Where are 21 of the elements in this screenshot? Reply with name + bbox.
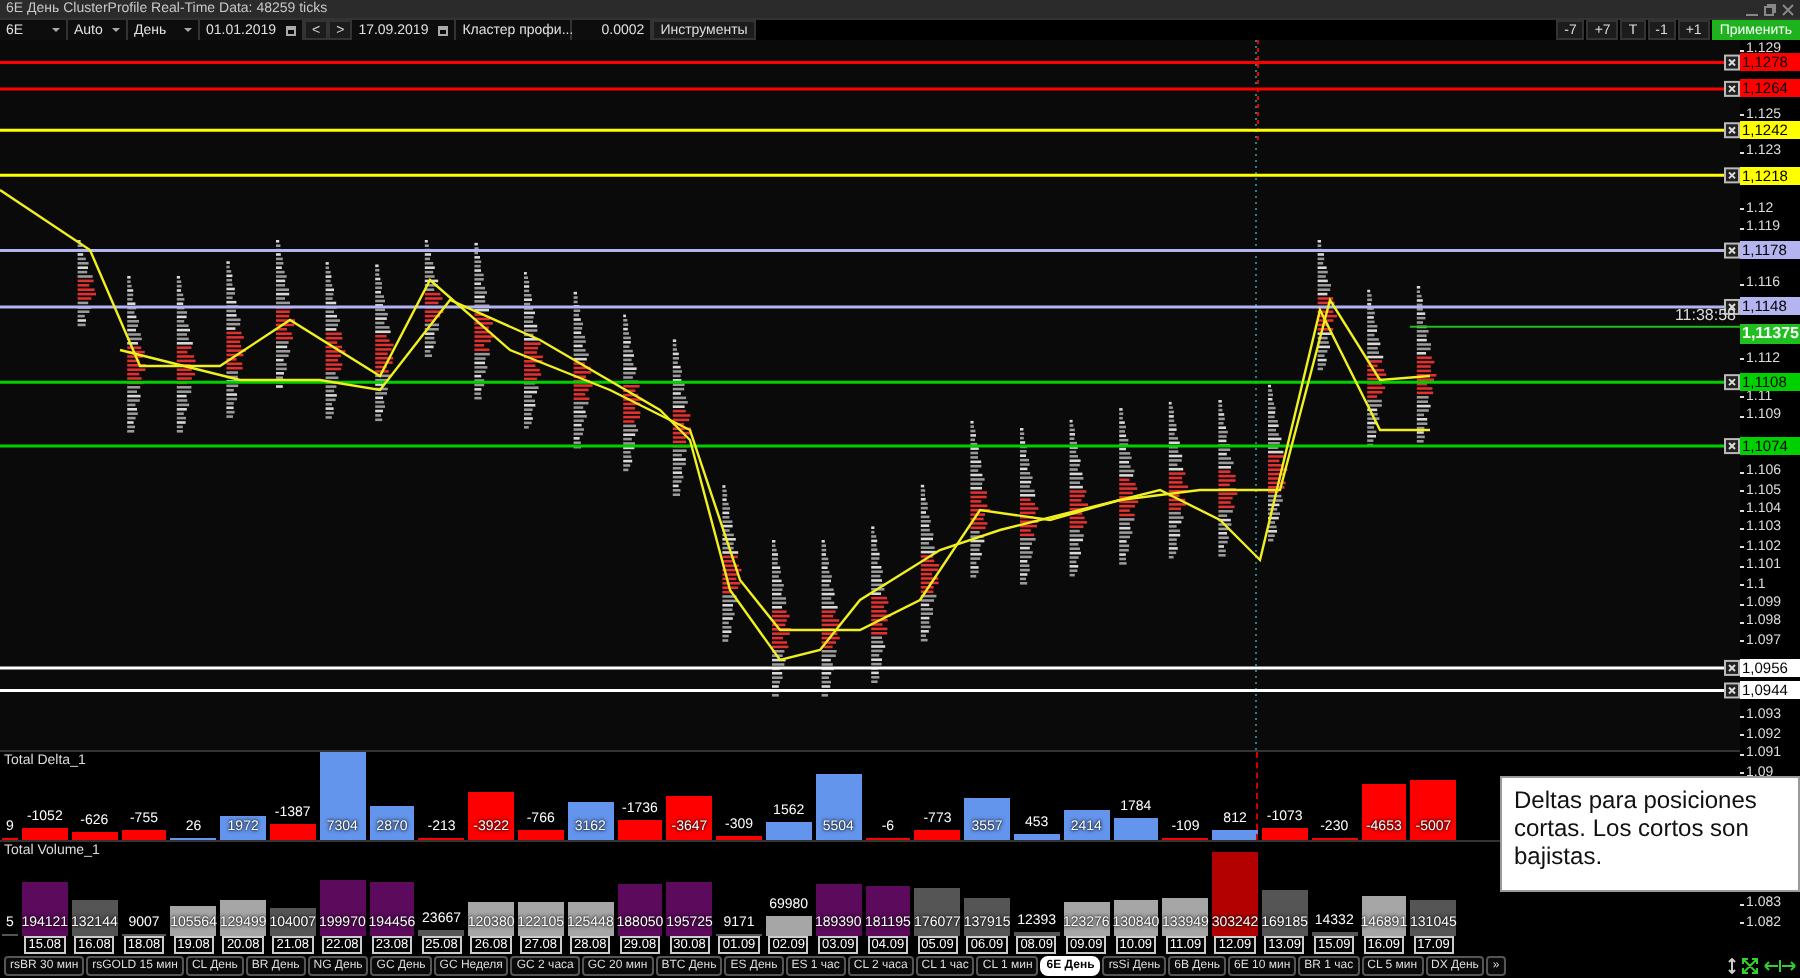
note-text: Deltas para posiciones cortas. Los cortos son bajistas. (1514, 786, 1759, 870)
close-icon[interactable] (1724, 682, 1740, 699)
calendar-icon[interactable] (286, 25, 296, 35)
expand-icon[interactable] (1742, 958, 1758, 974)
close-icon[interactable] (1724, 659, 1740, 676)
caret-icon (112, 28, 120, 32)
close-icon[interactable] (1724, 374, 1740, 391)
caret-icon (52, 28, 60, 32)
restore-icon[interactable] (1764, 3, 1776, 15)
left-right-arrows-icon[interactable] (1764, 958, 1796, 974)
close-icon[interactable] (1724, 242, 1740, 259)
calendar-icon[interactable] (438, 25, 449, 35)
price-time: 11:38:58 (1674, 306, 1736, 325)
up-down-arrow-icon[interactable] (1728, 958, 1736, 974)
close-icon[interactable] (1724, 167, 1740, 184)
caret-icon (184, 28, 192, 32)
current-price-label: 1,11375 (1740, 324, 1800, 345)
close-icon[interactable] (1724, 122, 1740, 139)
close-icon[interactable] (1724, 80, 1740, 97)
close-icon[interactable] (1724, 438, 1740, 455)
close-icon[interactable] (1724, 54, 1740, 71)
